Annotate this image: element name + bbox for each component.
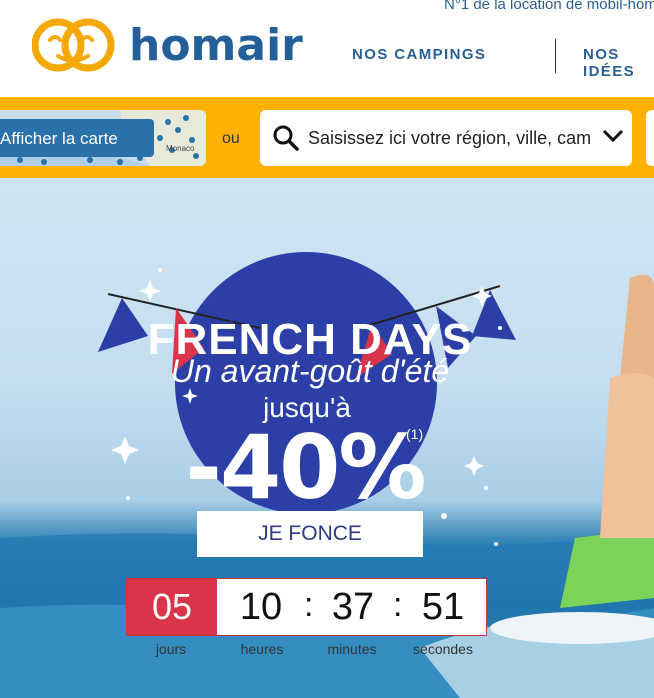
countdown-hours: 10 xyxy=(239,586,283,628)
banner-footnote: (1) xyxy=(406,426,424,442)
nav-divider xyxy=(555,39,556,73)
secondary-field[interactable] xyxy=(646,110,654,166)
logo-icon xyxy=(32,18,115,72)
countdown-sep-1: : xyxy=(304,586,314,624)
logo-text[interactable]: homair xyxy=(129,20,303,71)
search-icon xyxy=(273,125,299,151)
countdown-label-seconds: secondes xyxy=(413,641,473,657)
nav-item-idees[interactable]: NOS IDÉES xyxy=(583,46,654,80)
banner-discount: -40% xyxy=(185,416,426,519)
countdown-days: 05 xyxy=(127,579,217,635)
countdown-label-days: jours xyxy=(155,641,187,657)
chevron-down-icon[interactable] xyxy=(602,128,624,144)
search-field[interactable] xyxy=(260,110,632,166)
map-place-label: Monaco xyxy=(166,144,195,153)
header-tagline: N°1 de la location de mobil-home xyxy=(444,0,654,13)
countdown-sep-2: : xyxy=(393,586,403,624)
countdown-label-minutes: minutes xyxy=(327,641,377,657)
nav-item-campings[interactable]: NOS CAMPINGS xyxy=(352,46,486,63)
hero-banner[interactable]: FRENCH DAYS Un avant-goût d'été jusqu'à … xyxy=(0,178,654,698)
banner-subtitle: Un avant-goût d'été xyxy=(170,353,450,389)
or-text: ou xyxy=(222,130,240,147)
cta-button[interactable]: JE FONCE xyxy=(197,511,423,557)
countdown-label-hours: heures xyxy=(240,641,284,657)
countdown-minutes: 37 xyxy=(331,586,375,628)
search-input[interactable] xyxy=(308,122,590,154)
show-map-button[interactable]: Afficher la carte xyxy=(0,119,154,157)
countdown: 05 10 : 37 : 51 xyxy=(126,578,487,636)
countdown-seconds: 51 xyxy=(421,586,465,628)
